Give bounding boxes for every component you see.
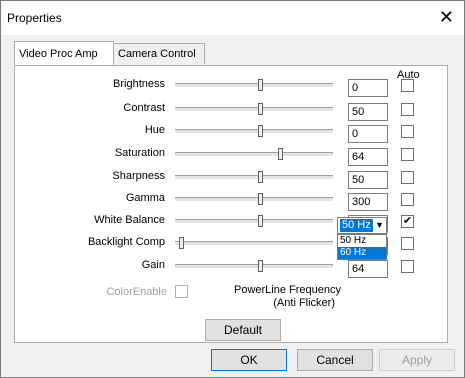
gain-label: Gain [141,259,165,271]
hue-auto-checkbox[interactable] [401,125,414,138]
saturation-label: Saturation [114,147,165,159]
sharpness-auto-checkbox[interactable] [401,171,414,184]
default-button[interactable]: Default [205,319,281,341]
backlight-comp-slider[interactable] [175,237,333,249]
properties-window: Properties ✕ Video Proc Amp Camera Contr… [0,0,465,378]
white-balance-slider[interactable] [175,215,333,227]
tab-camera-control[interactable]: Camera Control [113,43,205,64]
gain-auto-checkbox[interactable] [401,260,414,273]
hue-label: Hue [144,124,165,136]
close-icon[interactable]: ✕ [439,7,454,28]
video-proc-amp-panel: Auto Brightness 0 Contrast 50 Hue 0 Saturation… [14,65,448,343]
backlight-comp-slider-thumb[interactable] [179,237,184,249]
sharpness-value-field[interactable]: 50 [348,171,388,189]
sharpness-slider[interactable] [175,171,333,183]
powerline-frequency-select[interactable]: 50 Hz ▼ [337,217,387,234]
hue-value-field[interactable]: 0 [348,125,388,143]
powerline-selected-value: 50 Hz [340,219,373,232]
saturation-slider-thumb[interactable] [278,148,283,160]
powerline-sublabel: (Anti Flicker) [273,297,335,309]
contrast-slider[interactable] [175,103,333,115]
backlight-comp-auto-checkbox[interactable] [401,237,414,250]
contrast-value-field[interactable]: 50 [348,103,388,121]
powerline-option-50hz[interactable]: 50 Hz [338,235,386,247]
brightness-slider[interactable] [175,79,333,91]
brightness-label: Brightness [113,78,165,90]
cancel-button[interactable]: Cancel [297,349,373,371]
powerline-options-list[interactable]: 50 Hz 60 Hz [337,234,387,260]
tab-video-proc-amp[interactable]: Video Proc Amp [14,41,114,65]
gamma-slider-thumb[interactable] [258,193,263,205]
contrast-label: Contrast [123,102,165,114]
gain-slider-thumb[interactable] [258,260,263,272]
window-title: Properties [7,11,62,25]
apply-button[interactable]: Apply [379,349,455,371]
hue-slider-thumb[interactable] [258,125,263,137]
saturation-auto-checkbox[interactable] [401,148,414,161]
gamma-auto-checkbox[interactable] [401,193,414,206]
gamma-label: Gamma [125,192,165,204]
title-bar: Properties ✕ [1,1,464,35]
saturation-slider[interactable] [175,148,333,160]
brightness-slider-thumb[interactable] [258,79,263,91]
chevron-down-icon[interactable]: ▼ [375,218,384,233]
contrast-slider-thumb[interactable] [258,103,263,115]
sharpness-label: Sharpness [112,170,165,182]
powerline-label: PowerLine Frequency [233,284,341,296]
brightness-value-field[interactable]: 0 [348,79,388,97]
color-enable-checkbox[interactable] [175,285,188,298]
color-enable-label: ColorEnable [106,286,167,298]
brightness-auto-checkbox[interactable] [401,79,414,92]
hue-slider[interactable] [175,125,333,137]
white-balance-slider-thumb[interactable] [258,215,263,227]
ok-button[interactable]: OK [211,349,287,371]
saturation-value-field[interactable]: 64 [348,148,388,166]
gamma-value-field[interactable]: 300 [348,193,388,211]
gain-slider[interactable] [175,260,333,272]
contrast-auto-checkbox[interactable] [401,103,414,116]
sharpness-slider-thumb[interactable] [258,171,263,183]
gain-value-field[interactable]: 64 [348,260,388,278]
gamma-slider[interactable] [175,193,333,205]
powerline-option-60hz[interactable]: 60 Hz [338,247,386,259]
backlight-comp-label: Backlight Comp [87,236,165,248]
white-balance-label: White Balance [94,214,165,226]
white-balance-auto-checkbox[interactable]: ✔ [401,215,414,228]
